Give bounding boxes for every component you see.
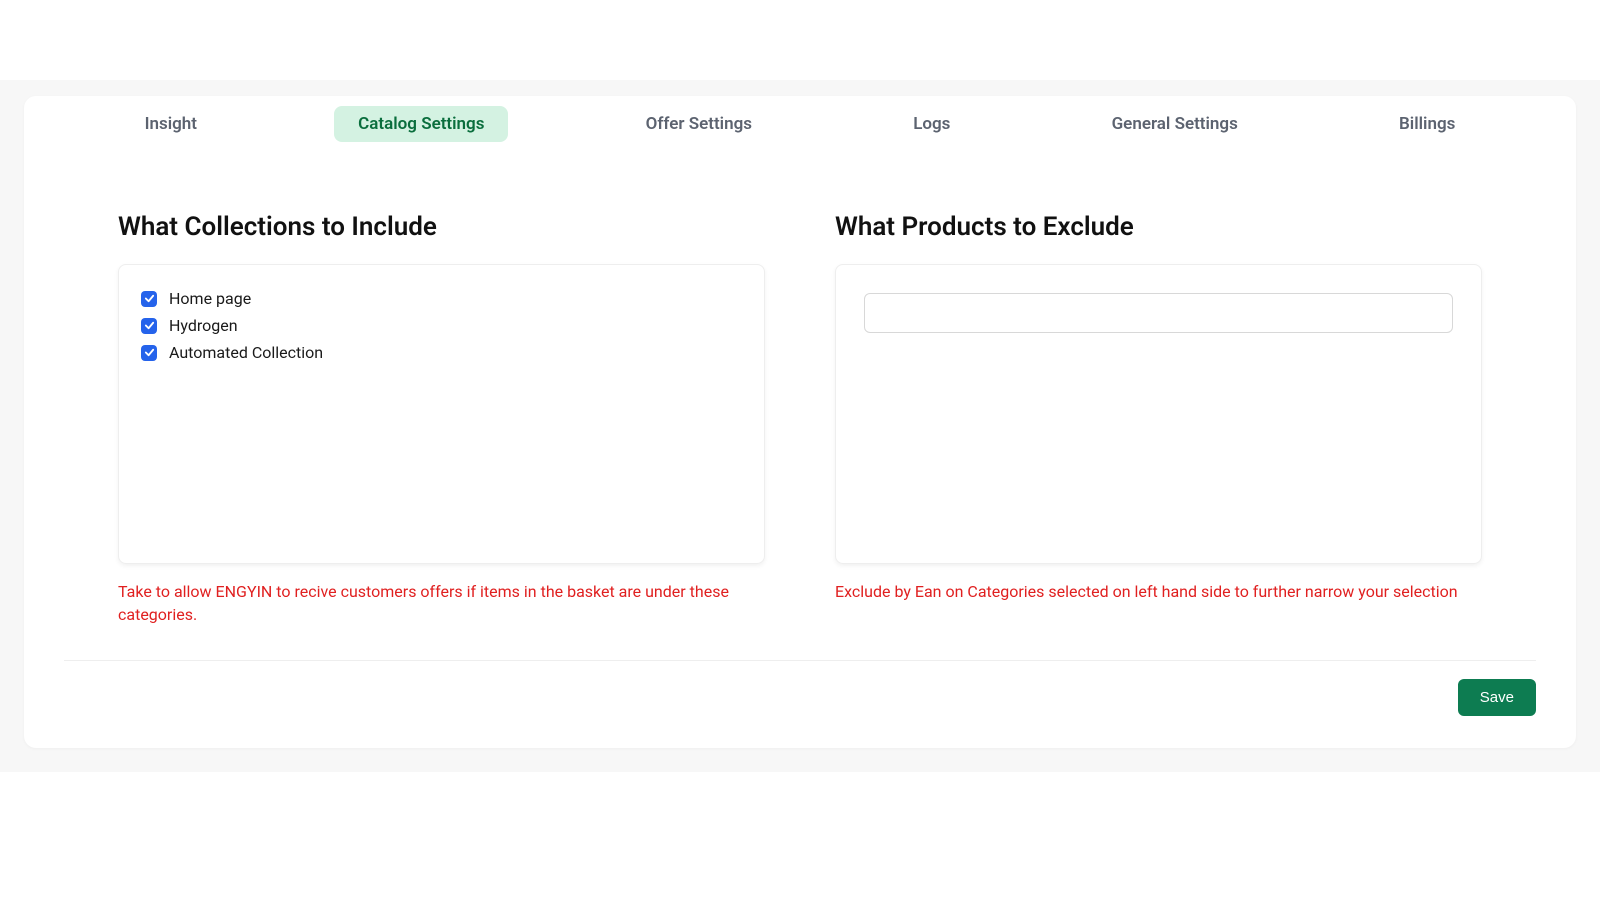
checkbox-label[interactable]: Home page	[169, 289, 251, 308]
checkbox-label[interactable]: Automated Collection	[169, 343, 323, 362]
check-icon	[144, 347, 155, 358]
exclude-title: What Products to Exclude	[835, 212, 1482, 242]
tab-insight[interactable]: Insight	[121, 106, 221, 142]
footer: Save	[24, 661, 1576, 748]
tab-general-settings[interactable]: General Settings	[1088, 106, 1262, 142]
checkbox-label[interactable]: Hydrogen	[169, 316, 238, 335]
check-icon	[144, 293, 155, 304]
save-button[interactable]: Save	[1458, 679, 1536, 716]
exclude-panel	[835, 264, 1482, 564]
tab-logs[interactable]: Logs	[889, 106, 974, 142]
exclude-input[interactable]	[864, 293, 1453, 333]
collection-item-automated-collection: Automated Collection	[141, 343, 742, 362]
include-help-text: Take to allow ENGYIN to recive customers…	[118, 580, 765, 626]
collection-item-home-page: Home page	[141, 289, 742, 308]
exclude-help-text: Exclude by Ean on Categories selected on…	[835, 580, 1482, 603]
checkbox-automated-collection[interactable]	[141, 345, 157, 361]
collection-item-hydrogen: Hydrogen	[141, 316, 742, 335]
checkbox-hydrogen[interactable]	[141, 318, 157, 334]
tab-catalog-settings[interactable]: Catalog Settings	[334, 106, 508, 142]
tab-billings[interactable]: Billings	[1375, 106, 1479, 142]
check-icon	[144, 320, 155, 331]
include-title: What Collections to Include	[118, 212, 765, 242]
checkbox-home-page[interactable]	[141, 291, 157, 307]
tab-bar: Insight Catalog Settings Offer Settings …	[24, 96, 1576, 152]
exclude-section: What Products to Exclude Exclude by Ean …	[835, 212, 1482, 626]
include-section: What Collections to Include Home page	[118, 212, 765, 626]
include-panel: Home page Hydrogen	[118, 264, 765, 564]
tab-offer-settings[interactable]: Offer Settings	[622, 106, 776, 142]
